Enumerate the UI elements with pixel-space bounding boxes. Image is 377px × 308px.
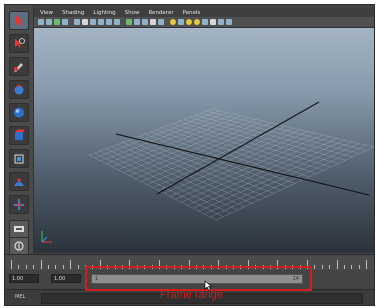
frame-range-highlight [85,266,312,291]
time-slider-tick [48,265,49,269]
lasso-icon [15,38,25,48]
grid-line [100,150,231,214]
time-slider-tick [336,260,338,269]
command-line-label[interactable]: MEL [15,294,25,300]
scale-cube-icon [15,129,25,140]
grid-line [150,131,296,184]
time-slider-tick [25,265,27,269]
move-icon [14,84,24,95]
time-slider-tick [344,265,345,269]
time-slider-tick [77,265,79,269]
show-manip-icon [14,199,24,210]
lasso-tool-button[interactable] [9,34,29,53]
paint-select-tool-button[interactable] [9,57,29,76]
move-tool-button[interactable] [9,80,29,99]
time-slider-tick [314,265,316,269]
time-slider-tick [62,265,64,269]
start-time-field[interactable]: 1.00 [9,274,39,283]
mouse-pointer-icon [204,280,213,291]
time-slider-tick [329,265,331,269]
grid-line [210,145,367,218]
time-slider-tick [358,265,360,269]
grid-line [133,138,274,194]
time-slider-tick [366,260,368,269]
maya-window: View Shading Lighting Show Renderer Pane… [4,4,375,306]
playback-start-field[interactable]: 1.00 [51,274,81,283]
arrow-cursor-icon [16,15,23,26]
scale-tool-button[interactable] [9,126,29,145]
time-slider-tick [321,265,323,269]
time-slider-tick [33,265,35,269]
time-slider-tick [40,260,42,269]
universal-manipulator-button[interactable] [9,149,29,168]
soft-mod-tool-button[interactable] [9,172,29,191]
time-slider-tick [18,265,20,269]
grid-line [215,146,374,221]
grid-line [198,141,352,212]
select-tool-button[interactable] [9,11,29,30]
grid-line [88,154,217,221]
perspective-grid [88,101,374,221]
soft-mod-icon [14,178,24,186]
grid-line [94,152,224,217]
layout-icon [14,226,24,232]
outliner-icon [14,241,24,251]
frame-range-annotation: Frame range [160,289,223,301]
universal-manip-icon [14,154,24,164]
rotate-icon [14,107,24,118]
grid-axis-z [156,101,320,195]
paint-brush-icon [14,63,23,72]
time-slider-tick [55,265,57,269]
tool-box [5,5,34,256]
perspective-viewport[interactable]: View Shading Lighting Show Renderer Pane… [34,8,374,253]
time-slider-tick [351,265,353,269]
time-slider-tick [11,260,12,269]
rotate-tool-button[interactable] [9,103,29,122]
show-manipulator-button[interactable] [9,195,29,214]
time-slider-tick [70,260,72,269]
view-axis-icon [41,231,52,243]
